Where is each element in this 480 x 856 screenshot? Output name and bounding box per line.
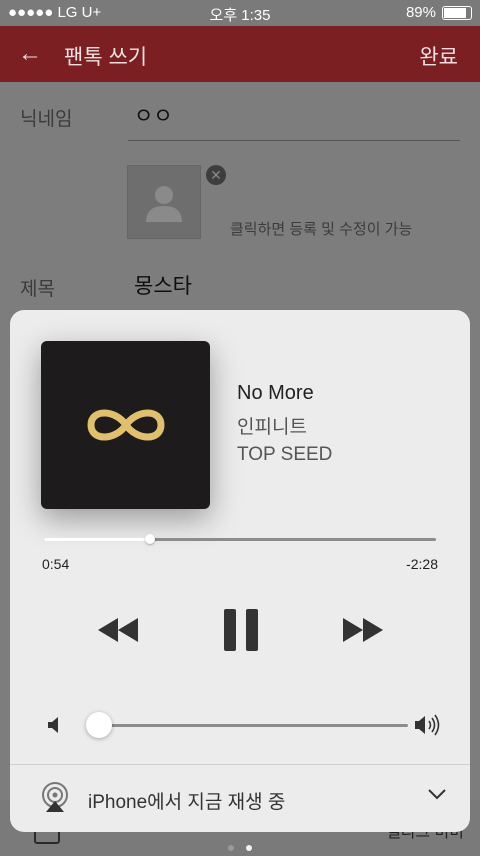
chevron-down-icon[interactable]: [428, 788, 446, 800]
status-bar: ●●●●● LG U+ 오후 1:35 89%: [0, 0, 480, 26]
nickname-underline: [128, 140, 460, 141]
page-indicator: [0, 838, 480, 856]
progress-knob[interactable]: [144, 534, 155, 544]
battery-icon: [442, 5, 472, 20]
divider: [10, 764, 470, 765]
remaining-time: -2:28: [406, 556, 438, 572]
elapsed-time: 0:54: [42, 556, 70, 572]
infinity-logo-icon: [87, 409, 165, 441]
done-button[interactable]: 완료: [419, 41, 458, 71]
artist-name: 인피니트: [237, 417, 307, 438]
volume-slider[interactable]: [85, 712, 408, 738]
progress-slider[interactable]: [44, 534, 436, 544]
page-dot-active: [246, 845, 252, 851]
app-header: ← 팬톡 쓰기 완료: [0, 26, 480, 82]
fast-forward-button[interactable]: [341, 616, 385, 644]
image-placeholder[interactable]: [127, 165, 201, 239]
album-art: [41, 341, 210, 509]
back-arrow-icon[interactable]: ←: [18, 40, 42, 68]
remove-image-icon[interactable]: ✕: [206, 165, 226, 185]
volume-low-icon: [48, 717, 58, 733]
page-dot: [228, 845, 234, 851]
rewind-button[interactable]: [96, 616, 140, 644]
pause-button[interactable]: [224, 609, 258, 651]
nickname-field[interactable]: ㅇㅇ: [134, 100, 173, 130]
volume-knob[interactable]: [85, 712, 112, 738]
page-title: 팬톡 쓰기: [64, 46, 148, 69]
airplay-icon[interactable]: [40, 782, 70, 812]
now-playing-card: No More 인피니트 TOP SEED 0:54 -2:28 iPhone에…: [10, 310, 470, 832]
battery-percent: 89%: [405, 4, 436, 21]
album-name: TOP SEED: [237, 444, 333, 465]
title-field[interactable]: 몽스타: [134, 270, 192, 300]
output-device-label[interactable]: iPhone에서 지금 재생 중: [88, 787, 285, 814]
progress-fill: [44, 538, 150, 541]
title-label: 제목: [20, 279, 55, 300]
person-icon: [146, 186, 182, 222]
nickname-label: 닉네임: [20, 109, 73, 130]
song-title: No More: [237, 382, 314, 404]
volume-high-icon: [415, 714, 440, 736]
image-hint: 클릭하면 등록 및 수정이 가능: [230, 221, 413, 238]
battery-indicator: 89%: [406, 4, 472, 21]
